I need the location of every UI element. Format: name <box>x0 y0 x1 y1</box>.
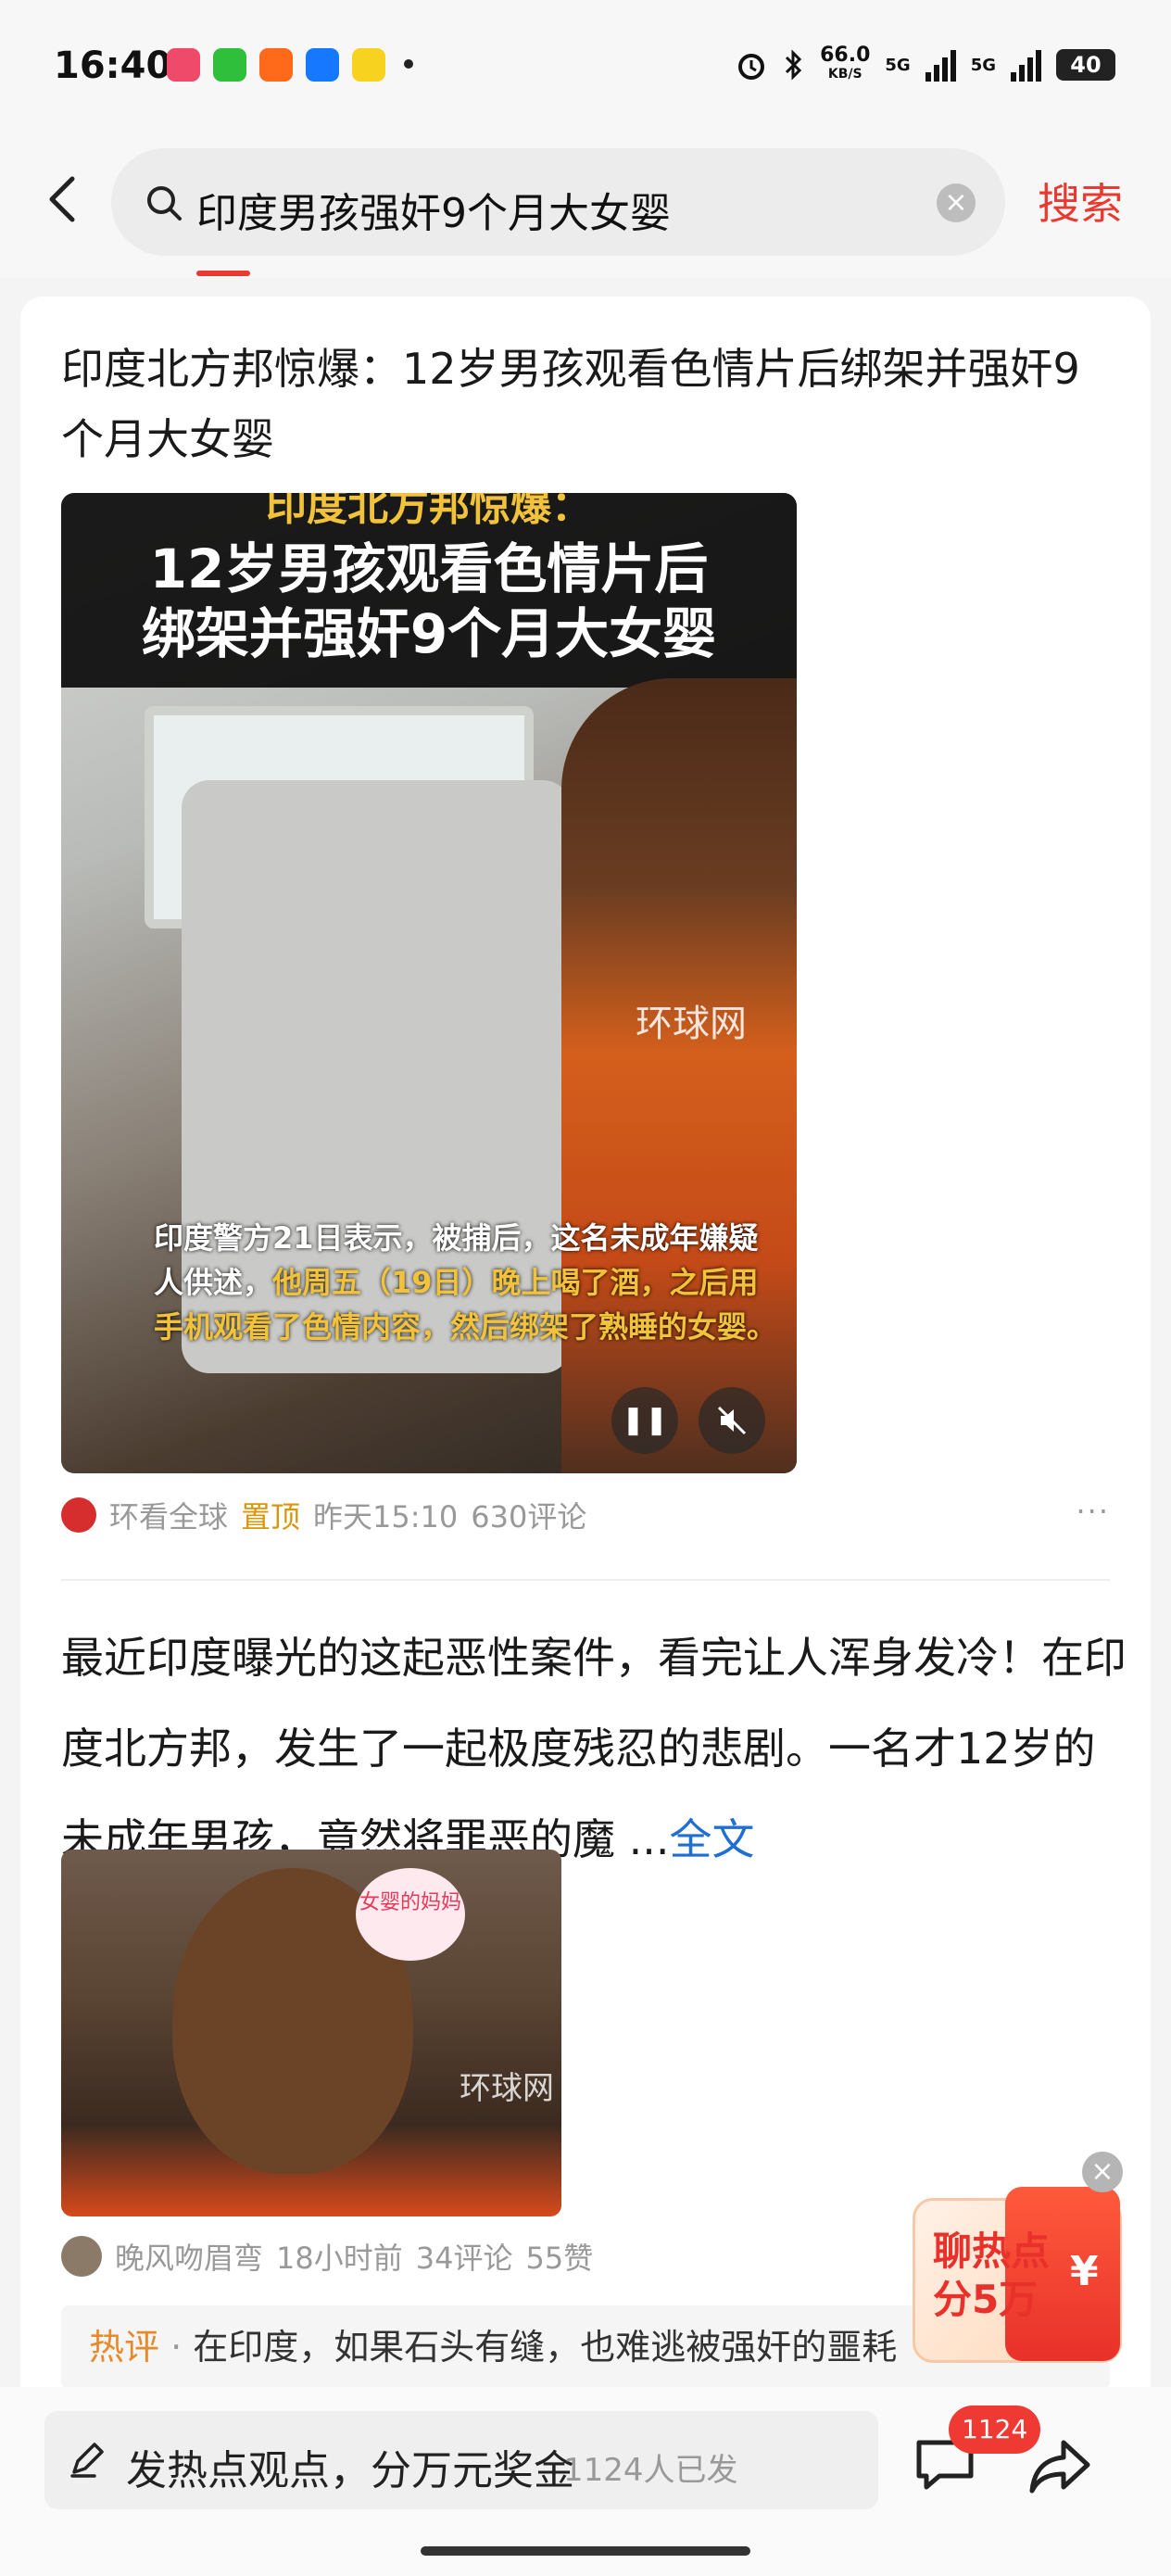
comment-input-label: 发热点观点，分万元奖金 <box>126 2447 574 2494</box>
source-name[interactable]: 环看全球 <box>109 1494 228 1536</box>
pen-icon <box>70 2443 104 2478</box>
video-subtitle: 印度警方21日表示，被捕后，这名未成年嫌疑人供述，他周五（19日）晚上喝了酒，之… <box>154 1216 784 1349</box>
signal-icon <box>1011 48 1041 82</box>
network-type-b: 5G <box>970 55 996 75</box>
search-icon <box>147 186 182 221</box>
alarm-icon <box>738 54 765 80</box>
hot-topic-reward-promo[interactable]: ¥ 聊热点 分5万 <box>913 2187 1124 2363</box>
yen-icon: ¥ <box>1070 2248 1099 2295</box>
more-options-icon[interactable]: ··· <box>1076 1494 1110 1529</box>
video-watermark: 环球网 <box>636 1003 747 1045</box>
home-indicator[interactable] <box>421 2546 750 2556</box>
back-icon[interactable] <box>37 171 93 227</box>
alipay-icon <box>306 48 339 82</box>
comment-count[interactable]: 630评论 <box>471 1494 586 1536</box>
search-header: 印度男孩强奸9个月大女婴 × 搜索 <box>0 139 1171 278</box>
author-name[interactable]: 晚风吻眉弯 <box>115 2235 263 2278</box>
post-image[interactable]: 女婴的妈妈 环球网 <box>61 1850 561 2216</box>
post-like-count[interactable]: 55赞 <box>525 2235 593 2278</box>
promo-close-icon[interactable]: × <box>1082 2152 1123 2192</box>
video-caption-top: 印度北方邦惊爆： <box>266 493 592 530</box>
video-caption-line2: 绑架并强奸9个月大女婴 <box>141 602 717 665</box>
pause-icon[interactable]: ❚❚ <box>611 1387 678 1454</box>
promo-line1: 聊热点 <box>933 2229 1051 2274</box>
bluetooth-icon <box>786 49 802 81</box>
promo-text: 聊热点 分5万 <box>933 2228 1050 2324</box>
promo-line2: 分5万 <box>933 2277 1039 2322</box>
image-watermark: 环球网 <box>460 2070 554 2107</box>
image-label-bubble: 女婴的妈妈 <box>356 1868 465 1961</box>
taobao-icon <box>259 48 293 82</box>
pinned-badge: 置顶 <box>241 1499 301 1534</box>
search-query[interactable]: 印度男孩强奸9个月大女婴 <box>196 180 671 239</box>
hot-comment-text: 在印度，如果石头有缝，也难逃被强奸的噩耗 <box>193 2327 898 2368</box>
publish-time: 昨天15:10 <box>313 1499 459 1534</box>
mute-icon[interactable] <box>699 1387 765 1454</box>
article-title[interactable]: 印度北方邦惊爆：12岁男孩观看色情片后绑架并强奸9个月大女婴 <box>61 334 1117 474</box>
read-more-link[interactable]: 全文 <box>670 1814 755 1864</box>
active-tab-indicator <box>196 271 250 276</box>
post-excerpt-text: 最近印度曝光的这起恶性案件，看完让人浑身发冷！在印度北方邦，发生了一起极度残忍的… <box>61 1633 1127 1864</box>
video-caption-line1: 12岁男孩观看色情片后 <box>149 537 709 600</box>
source-avatar[interactable] <box>61 1497 96 1533</box>
excerpt-ellipsis: ... <box>628 1814 670 1864</box>
bottom-bar: 发热点观点，分万元奖金 1124人已发 1124 <box>0 2387 1171 2576</box>
divider <box>61 1579 1110 1581</box>
participant-count: 1124人已发 <box>563 2452 738 2489</box>
comment-input[interactable]: 发热点观点，分万元奖金 1124人已发 <box>44 2411 878 2509</box>
more-notifications-icon <box>404 59 413 69</box>
app-icon <box>167 48 200 82</box>
feed-card: 印度北方邦惊爆：12岁男孩观看色情片后绑架并强奸9个月大女婴 印度北方邦惊爆： … <box>20 297 1151 2428</box>
article-meta: 环看全球 置顶 昨天15:10 630评论 <box>61 1494 586 1536</box>
video-player[interactable]: 印度北方邦惊爆： 12岁男孩观看色情片后 绑架并强奸9个月大女婴 环球网 印度警… <box>61 493 797 1473</box>
battery-icon: 40 <box>1056 49 1115 81</box>
clock: 16:40 <box>54 44 172 87</box>
net-speed-unit: KB/S <box>827 67 863 82</box>
post-comment-count[interactable]: 34评论 <box>416 2235 513 2278</box>
post-meta: 晚风吻眉弯 18小时前 34评论 55赞 <box>61 2235 593 2278</box>
share-icon[interactable] <box>1026 2435 1093 2496</box>
hot-comment-separator: · <box>170 2327 183 2368</box>
app-icon <box>352 48 385 82</box>
hot-comment-tag: 热评 <box>89 2327 160 2368</box>
search-input[interactable]: 印度男孩强奸9个月大女婴 × <box>111 148 1005 256</box>
clear-icon[interactable]: × <box>937 183 976 222</box>
status-bar: 16:40 66.0 KB/S 5G 5G 40 <box>0 0 1171 139</box>
post-excerpt[interactable]: 最近印度曝光的这起恶性案件，看完让人浑身发冷！在印度北方邦，发生了一起极度残忍的… <box>61 1612 1127 1885</box>
search-button[interactable]: 搜索 <box>1038 170 1123 232</box>
author-avatar[interactable] <box>61 2236 102 2277</box>
video-person <box>561 678 797 1473</box>
status-indicators: 66.0 KB/S 5G 5G 40 <box>735 44 1115 83</box>
signal-icon <box>925 48 956 82</box>
net-speed: 66.0 <box>820 44 871 67</box>
notification-app-icons <box>167 48 385 82</box>
network-type-a: 5G <box>885 55 911 75</box>
post-time: 18小时前 <box>276 2241 403 2276</box>
wechat-icon <box>213 48 246 82</box>
